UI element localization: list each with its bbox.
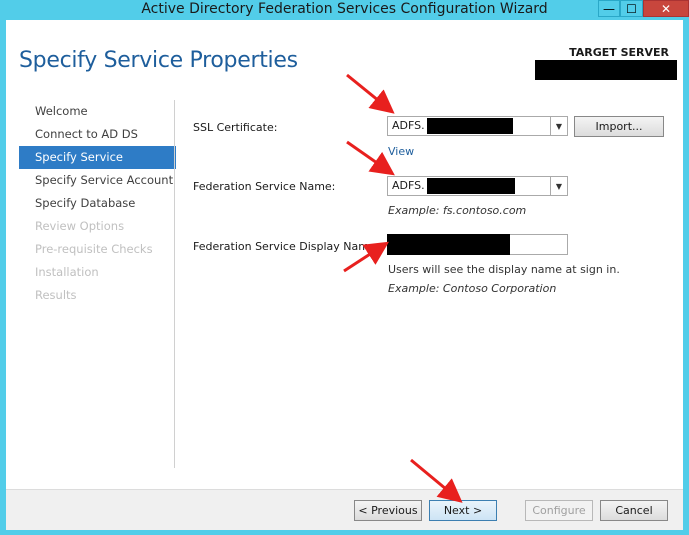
maximize-icon: ☐ [626, 1, 637, 16]
arrow-display-name-icon [343, 241, 390, 273]
wizard-window: Active Directory Federation Services Con… [0, 0, 689, 535]
wizard-content: Specify Service Properties TARGET SERVER… [6, 20, 683, 530]
close-icon: ✕ [660, 1, 672, 16]
maximize-button[interactable]: ☐ [620, 0, 643, 17]
minimize-icon: — [603, 1, 615, 16]
title-bar[interactable]: Active Directory Federation Services Con… [0, 0, 689, 20]
arrow-next-icon [410, 458, 463, 503]
window-title: Active Directory Federation Services Con… [141, 1, 548, 17]
arrow-ssl-icon [346, 73, 395, 114]
close-button[interactable]: ✕ [643, 0, 689, 17]
annotation-arrows [343, 73, 463, 503]
minimize-button[interactable]: — [598, 0, 620, 17]
arrow-fs-name-icon [346, 140, 395, 176]
